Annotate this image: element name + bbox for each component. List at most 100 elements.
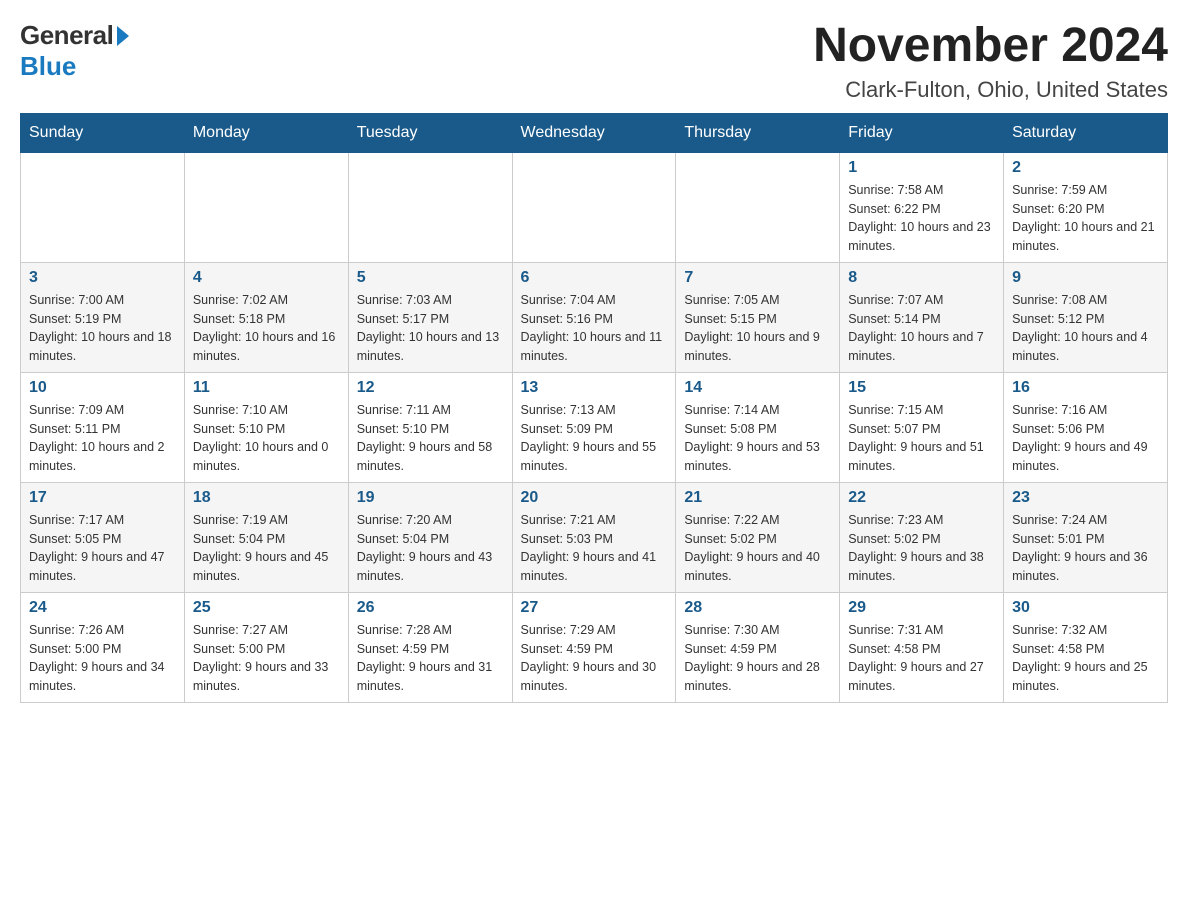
week-row-2: 3Sunrise: 7:00 AMSunset: 5:19 PMDaylight…	[21, 262, 1168, 372]
day-info: Sunrise: 7:08 AMSunset: 5:12 PMDaylight:…	[1012, 291, 1159, 366]
day-number: 15	[848, 379, 995, 397]
day-info: Sunrise: 7:17 AMSunset: 5:05 PMDaylight:…	[29, 511, 176, 586]
calendar-cell: 16 Sunrise: 7:16 AMSunset: 5:06 PMDayligh…	[1004, 372, 1168, 482]
page-header: General Blue November 2024 Clark-Fulton,…	[20, 20, 1168, 103]
calendar-cell: 28Sunrise: 7:30 AMSunset: 4:59 PMDayligh…	[676, 592, 840, 702]
day-number: 21	[684, 489, 831, 507]
calendar-cell: 12Sunrise: 7:11 AMSunset: 5:10 PMDayligh…	[348, 372, 512, 482]
calendar-cell: 14 Sunrise: 7:14 AMSunset: 5:08 PMDayligh…	[676, 372, 840, 482]
calendar-cell: 19 Sunrise: 7:20 AMSunset: 5:04 PMDayligh…	[348, 482, 512, 592]
day-header-monday: Monday	[184, 113, 348, 152]
day-header-sunday: Sunday	[21, 113, 185, 152]
calendar-header: SundayMondayTuesdayWednesdayThursdayFrid…	[21, 113, 1168, 152]
day-header-tuesday: Tuesday	[348, 113, 512, 152]
calendar-cell	[512, 152, 676, 262]
header-row: SundayMondayTuesdayWednesdayThursdayFrid…	[21, 113, 1168, 152]
day-number: 12	[357, 379, 504, 397]
day-info: Sunrise: 7:03 AMSunset: 5:17 PMDaylight:…	[357, 291, 504, 366]
calendar-cell: 4Sunrise: 7:02 AMSunset: 5:18 PMDaylight…	[184, 262, 348, 372]
calendar-cell: 8Sunrise: 7:07 AMSunset: 5:14 PMDaylight…	[840, 262, 1004, 372]
day-number: 13	[521, 379, 668, 397]
calendar-cell: 5 Sunrise: 7:03 AMSunset: 5:17 PMDaylight…	[348, 262, 512, 372]
logo-blue-text: Blue	[20, 51, 76, 82]
calendar-cell: 22Sunrise: 7:23 AMSunset: 5:02 PMDayligh…	[840, 482, 1004, 592]
day-info: Sunrise: 7:09 AMSunset: 5:11 PMDaylight:…	[29, 401, 176, 476]
day-info: Sunrise: 7:58 AMSunset: 6:22 PMDaylight:…	[848, 181, 995, 256]
day-number: 24	[29, 599, 176, 617]
day-number: 1	[848, 159, 995, 177]
day-number: 23	[1012, 489, 1159, 507]
day-info: Sunrise: 7:02 AMSunset: 5:18 PMDaylight:…	[193, 291, 340, 366]
day-header-wednesday: Wednesday	[512, 113, 676, 152]
day-info: Sunrise: 7:19 AMSunset: 5:04 PMDaylight:…	[193, 511, 340, 586]
calendar-cell: 26 Sunrise: 7:28 AMSunset: 4:59 PMDayligh…	[348, 592, 512, 702]
day-number: 5	[357, 269, 504, 287]
day-number: 7	[684, 269, 831, 287]
calendar-cell: 15 Sunrise: 7:15 AMSunset: 5:07 PMDayligh…	[840, 372, 1004, 482]
day-info: Sunrise: 7:22 AMSunset: 5:02 PMDaylight:…	[684, 511, 831, 586]
calendar-cell: 7 Sunrise: 7:05 AMSunset: 5:15 PMDaylight…	[676, 262, 840, 372]
day-number: 27	[521, 599, 668, 617]
day-number: 30	[1012, 599, 1159, 617]
day-info: Sunrise: 7:20 AMSunset: 5:04 PMDaylight:…	[357, 511, 504, 586]
day-header-thursday: Thursday	[676, 113, 840, 152]
calendar-cell: 1 Sunrise: 7:58 AMSunset: 6:22 PMDaylight…	[840, 152, 1004, 262]
day-number: 29	[848, 599, 995, 617]
day-info: Sunrise: 7:10 AMSunset: 5:10 PMDaylight:…	[193, 401, 340, 476]
day-number: 6	[521, 269, 668, 287]
week-row-5: 24 Sunrise: 7:26 AMSunset: 5:00 PMDayligh…	[21, 592, 1168, 702]
day-info: Sunrise: 7:31 AMSunset: 4:58 PMDaylight:…	[848, 621, 995, 696]
calendar-cell: 27 Sunrise: 7:29 AMSunset: 4:59 PMDayligh…	[512, 592, 676, 702]
calendar-cell	[184, 152, 348, 262]
day-number: 9	[1012, 269, 1159, 287]
week-row-3: 10 Sunrise: 7:09 AMSunset: 5:11 PMDayligh…	[21, 372, 1168, 482]
day-number: 19	[357, 489, 504, 507]
day-info: Sunrise: 7:05 AMSunset: 5:15 PMDaylight:…	[684, 291, 831, 366]
day-number: 17	[29, 489, 176, 507]
calendar-cell	[676, 152, 840, 262]
day-number: 16	[1012, 379, 1159, 397]
day-number: 3	[29, 269, 176, 287]
day-number: 20	[521, 489, 668, 507]
day-header-saturday: Saturday	[1004, 113, 1168, 152]
calendar-cell: 21 Sunrise: 7:22 AMSunset: 5:02 PMDayligh…	[676, 482, 840, 592]
day-info: Sunrise: 7:24 AMSunset: 5:01 PMDaylight:…	[1012, 511, 1159, 586]
calendar-cell: 29 Sunrise: 7:31 AMSunset: 4:58 PMDayligh…	[840, 592, 1004, 702]
day-info: Sunrise: 7:27 AMSunset: 5:00 PMDaylight:…	[193, 621, 340, 696]
calendar-table: SundayMondayTuesdayWednesdayThursdayFrid…	[20, 113, 1168, 703]
day-number: 26	[357, 599, 504, 617]
calendar-cell: 25Sunrise: 7:27 AMSunset: 5:00 PMDayligh…	[184, 592, 348, 702]
day-number: 18	[193, 489, 340, 507]
day-info: Sunrise: 7:04 AMSunset: 5:16 PMDaylight:…	[521, 291, 668, 366]
logo: General Blue	[20, 20, 131, 82]
logo-general-text: General	[20, 20, 113, 51]
day-info: Sunrise: 7:29 AMSunset: 4:59 PMDaylight:…	[521, 621, 668, 696]
day-info: Sunrise: 7:21 AMSunset: 5:03 PMDaylight:…	[521, 511, 668, 586]
day-info: Sunrise: 7:30 AMSunset: 4:59 PMDaylight:…	[684, 621, 831, 696]
location-title: Clark-Fulton, Ohio, United States	[813, 77, 1168, 103]
day-info: Sunrise: 7:28 AMSunset: 4:59 PMDaylight:…	[357, 621, 504, 696]
calendar-cell: 18 Sunrise: 7:19 AMSunset: 5:04 PMDayligh…	[184, 482, 348, 592]
calendar-cell: 2Sunrise: 7:59 AMSunset: 6:20 PMDaylight…	[1004, 152, 1168, 262]
calendar-cell: 20 Sunrise: 7:21 AMSunset: 5:03 PMDayligh…	[512, 482, 676, 592]
calendar-cell: 9 Sunrise: 7:08 AMSunset: 5:12 PMDaylight…	[1004, 262, 1168, 372]
day-info: Sunrise: 7:23 AMSunset: 5:02 PMDaylight:…	[848, 511, 995, 586]
day-info: Sunrise: 7:07 AMSunset: 5:14 PMDaylight:…	[848, 291, 995, 366]
day-number: 10	[29, 379, 176, 397]
day-info: Sunrise: 7:16 AMSunset: 5:06 PMDaylight:…	[1012, 401, 1159, 476]
calendar-cell: 23 Sunrise: 7:24 AMSunset: 5:01 PMDayligh…	[1004, 482, 1168, 592]
day-number: 2	[1012, 159, 1159, 177]
day-number: 11	[193, 379, 340, 397]
day-info: Sunrise: 7:15 AMSunset: 5:07 PMDaylight:…	[848, 401, 995, 476]
calendar-cell: 3Sunrise: 7:00 AMSunset: 5:19 PMDaylight…	[21, 262, 185, 372]
month-title: November 2024	[813, 20, 1168, 73]
day-info: Sunrise: 7:14 AMSunset: 5:08 PMDaylight:…	[684, 401, 831, 476]
calendar-cell	[21, 152, 185, 262]
day-number: 14	[684, 379, 831, 397]
title-area: November 2024 Clark-Fulton, Ohio, United…	[813, 20, 1168, 103]
day-info: Sunrise: 7:32 AMSunset: 4:58 PMDaylight:…	[1012, 621, 1159, 696]
day-info: Sunrise: 7:26 AMSunset: 5:00 PMDaylight:…	[29, 621, 176, 696]
calendar-cell: 30 Sunrise: 7:32 AMSunset: 4:58 PMDayligh…	[1004, 592, 1168, 702]
calendar-cell: 17 Sunrise: 7:17 AMSunset: 5:05 PMDayligh…	[21, 482, 185, 592]
calendar-cell: 10 Sunrise: 7:09 AMSunset: 5:11 PMDayligh…	[21, 372, 185, 482]
